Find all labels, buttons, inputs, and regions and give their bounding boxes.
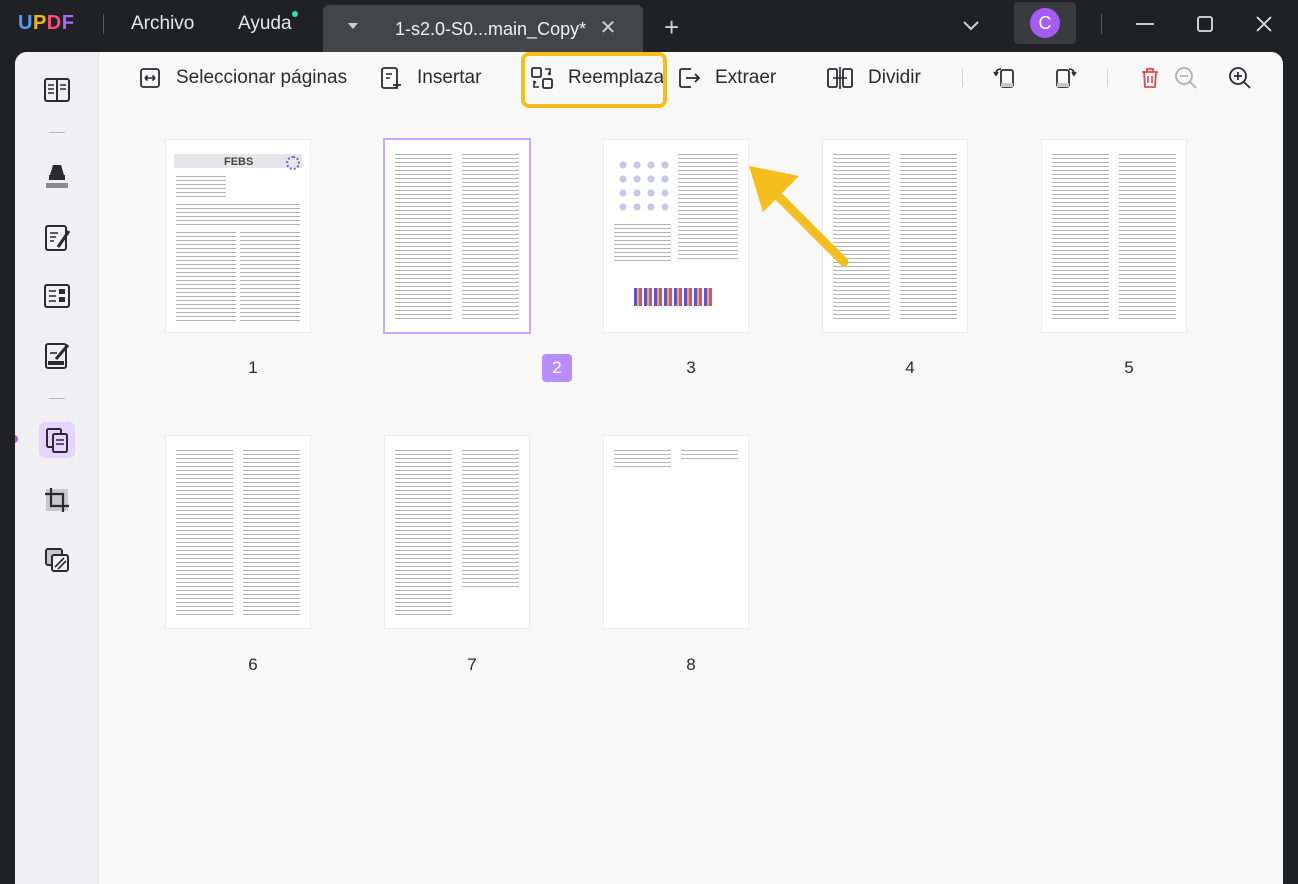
- account-button[interactable]: C: [1014, 2, 1076, 44]
- rotate-right-icon[interactable]: [1051, 64, 1079, 92]
- close-window-icon[interactable]: [1250, 10, 1278, 38]
- edit-pdf-icon[interactable]: [39, 220, 75, 256]
- page-number: 4: [905, 358, 915, 377]
- page-number: 1: [248, 358, 258, 377]
- page-number: 8: [686, 655, 696, 674]
- page-number-selected: 2: [542, 354, 572, 382]
- updf-logo: UPDF: [18, 12, 75, 34]
- layers-icon[interactable]: [39, 542, 75, 578]
- rotate-left-icon[interactable]: [991, 64, 1019, 92]
- menu-ayuda[interactable]: Ayuda: [238, 13, 292, 35]
- extract-icon: [679, 68, 701, 88]
- title-divider: [103, 14, 104, 34]
- chevron-down-icon[interactable]: [960, 14, 982, 36]
- zoom-out-icon[interactable]: [1172, 64, 1200, 92]
- add-tab-icon[interactable]: +: [664, 14, 679, 40]
- tab-close-icon[interactable]: ✕: [595, 15, 621, 41]
- left-tool-sidebar: [15, 52, 99, 884]
- maximize-icon[interactable]: [1191, 10, 1219, 38]
- sidebar-divider: [49, 132, 65, 133]
- zoom-in-icon[interactable]: [1226, 64, 1254, 92]
- insert-label: Insertar: [417, 67, 482, 88]
- page-number: 6: [248, 655, 258, 674]
- delete-icon[interactable]: [1136, 64, 1164, 92]
- extract-label: Extraer: [715, 67, 777, 88]
- page-number: 3: [686, 358, 696, 377]
- notification-dot: [292, 11, 298, 17]
- page-thumbnail[interactable]: [604, 140, 748, 332]
- split-icon: [827, 67, 853, 89]
- main-panel: Seleccionar páginas Insertar Reemplaza E…: [15, 52, 1283, 884]
- active-marker: [15, 435, 18, 443]
- split-button[interactable]: Dividir: [826, 62, 921, 94]
- form-icon[interactable]: [39, 278, 75, 314]
- organize-pages-icon[interactable]: [39, 422, 75, 458]
- crop-icon[interactable]: [39, 482, 75, 518]
- window-divider: [1101, 14, 1102, 34]
- page-thumbnail[interactable]: FEBS: [166, 140, 310, 332]
- document-tab[interactable]: 1-s2.0-S0...main_Copy* ✕: [323, 5, 643, 53]
- minimize-icon[interactable]: [1131, 10, 1159, 38]
- replace-highlight-box: [521, 52, 667, 108]
- title-bar: UPDF Archivo Ayuda 1-s2.0-S0...main_Copy…: [0, 0, 1298, 53]
- select-pages-button[interactable]: Seleccionar páginas: [138, 62, 347, 94]
- extract-button[interactable]: Extraer: [677, 62, 776, 94]
- organize-pages-area: Seleccionar páginas Insertar Reemplaza E…: [99, 52, 1283, 884]
- menu-archivo[interactable]: Archivo: [131, 13, 194, 35]
- toolbar-divider: [962, 69, 963, 87]
- page-thumbnail[interactable]: [385, 436, 529, 628]
- split-label: Dividir: [868, 67, 921, 88]
- sidebar-divider: [49, 398, 65, 399]
- insert-icon: [381, 67, 401, 89]
- toolbar-divider: [1107, 69, 1108, 87]
- sign-icon[interactable]: [39, 338, 75, 374]
- page-thumbnail[interactable]: [604, 436, 748, 628]
- insert-button[interactable]: Insertar: [379, 62, 481, 94]
- page-thumbnail[interactable]: [166, 436, 310, 628]
- page-thumbnail-selected[interactable]: [385, 140, 529, 332]
- page-thumbnail[interactable]: [1042, 140, 1186, 332]
- tab-dropdown-icon[interactable]: [348, 23, 358, 29]
- page-number: 5: [1124, 358, 1134, 377]
- avatar: C: [1030, 8, 1060, 38]
- page-number: 7: [467, 655, 477, 674]
- tab-title: 1-s2.0-S0...main_Copy*: [395, 19, 587, 39]
- annotation-arrow-icon: [749, 166, 849, 267]
- reader-icon[interactable]: [39, 72, 75, 108]
- select-pages-icon: [140, 68, 160, 88]
- highlighter-icon[interactable]: [39, 158, 75, 194]
- select-pages-label: Seleccionar páginas: [176, 67, 348, 88]
